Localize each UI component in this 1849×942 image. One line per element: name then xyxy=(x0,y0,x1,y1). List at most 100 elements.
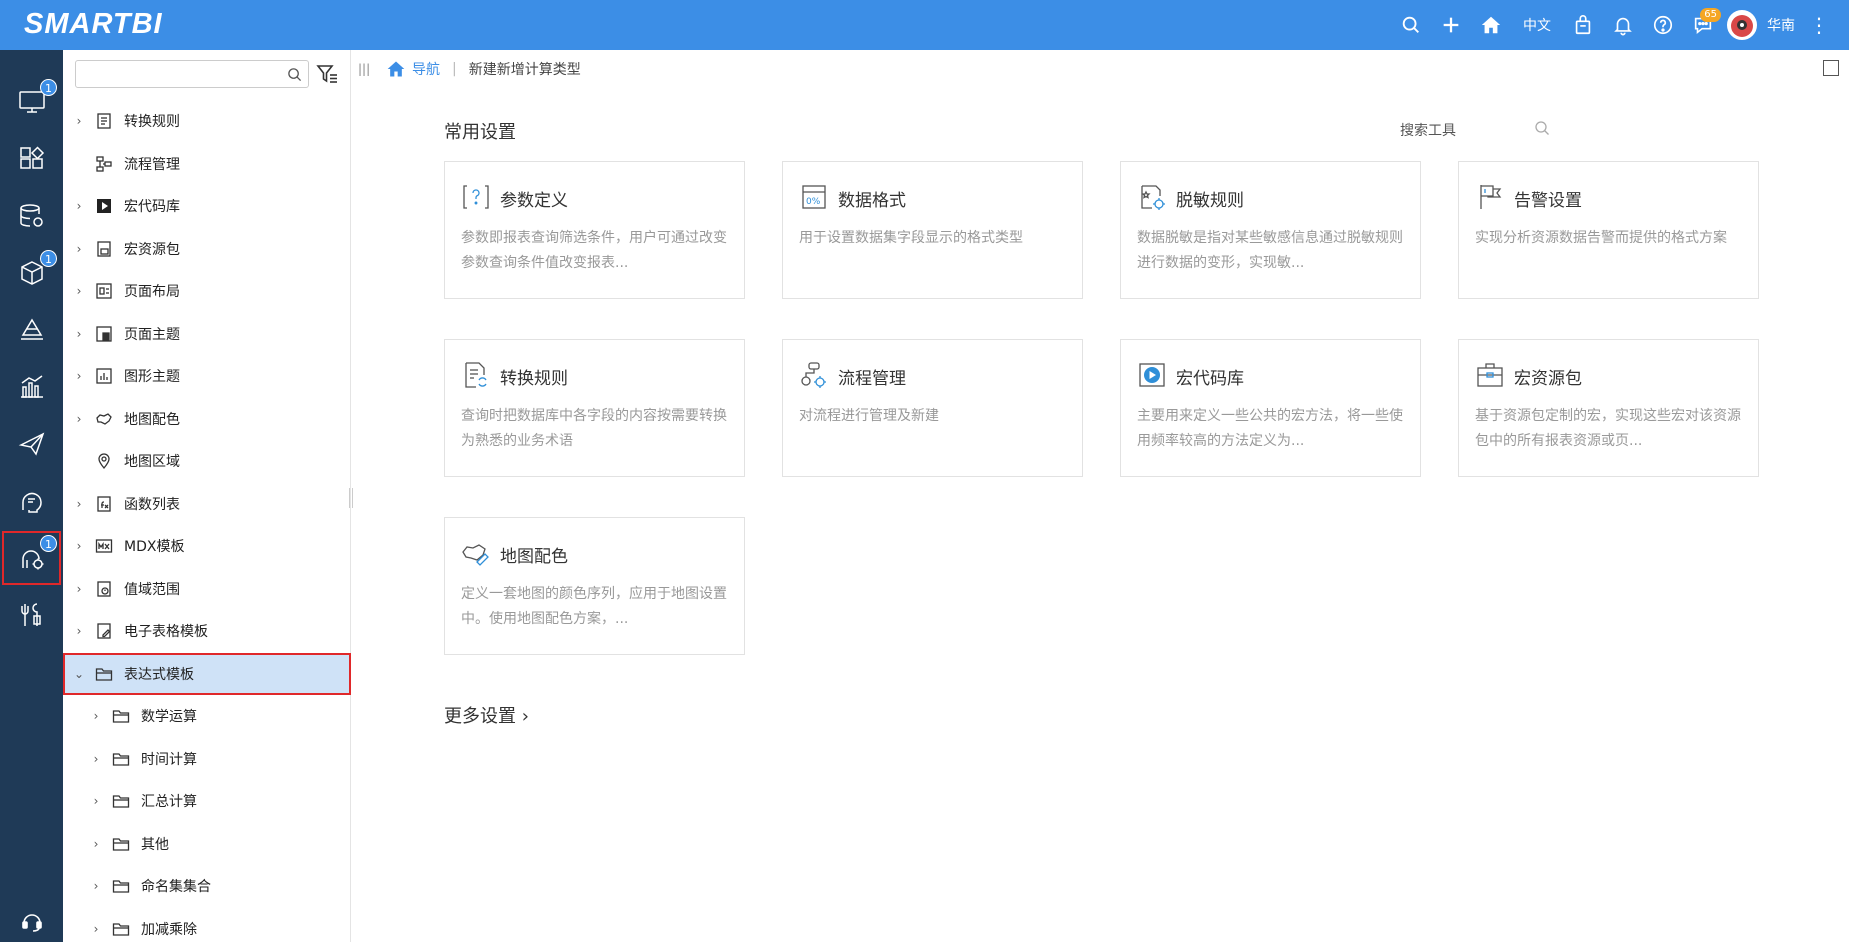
search-icon[interactable] xyxy=(1391,0,1431,50)
map-color-icon xyxy=(96,412,112,425)
maximize-icon[interactable] xyxy=(1823,60,1839,76)
tree-list: › 转换规则 流程管理 › 宏代码库 › 宏资源包 › 页面布局 › 页面主题 xyxy=(63,100,351,942)
rail-publish-icon[interactable] xyxy=(0,415,63,473)
app-logo[interactable]: SMARTBI xyxy=(24,8,163,41)
chevron-right-icon[interactable]: › xyxy=(73,369,85,383)
bell-icon[interactable] xyxy=(1603,0,1643,50)
card-masking-rules[interactable]: 脱敏规则 数据脱敏是指对某些敏感信息通过脱敏规则进行数据的变形，实现敏... xyxy=(1120,161,1421,299)
mdx-icon xyxy=(95,539,113,553)
rail-data-icon[interactable] xyxy=(0,187,63,245)
more-settings-link[interactable]: 更多设置 › xyxy=(444,702,529,728)
card-description: 查询时把数据库中各字段的内容按需要转换为熟悉的业务术语 xyxy=(461,408,727,449)
home-icon[interactable] xyxy=(386,59,406,79)
search-icon[interactable] xyxy=(1534,120,1550,136)
rail-analysis-icon[interactable] xyxy=(0,130,63,188)
help-icon[interactable] xyxy=(1643,0,1683,50)
rail-tools-icon[interactable] xyxy=(0,586,63,644)
tree-item-page-theme[interactable]: › 页面主题 xyxy=(63,313,351,356)
tree-item-spreadsheet-template[interactable]: › 电子表格模板 xyxy=(63,610,351,653)
chevron-right-icon[interactable]: › xyxy=(73,242,85,256)
chevron-right-icon[interactable]: › xyxy=(73,497,85,511)
bag-icon[interactable] xyxy=(1563,0,1603,50)
chart-theme-icon xyxy=(96,368,112,384)
tree-item-arithmetic[interactable]: › 加减乘除 xyxy=(63,908,351,942)
chevron-right-icon[interactable]: › xyxy=(73,412,85,426)
rail-mining-icon[interactable] xyxy=(0,301,63,359)
tree-item-label: 地图区域 xyxy=(124,454,180,471)
tree-item-map-color[interactable]: › 地图配色 xyxy=(63,398,351,441)
breadcrumb-nav-link[interactable]: 导航 xyxy=(412,59,440,79)
alarm-icon xyxy=(1480,185,1502,209)
tree-item-flow[interactable]: 流程管理 xyxy=(63,143,351,186)
macro-lib-icon xyxy=(1139,363,1165,387)
tree-item-label: 命名集集合 xyxy=(141,879,211,896)
tree-search-input[interactable] xyxy=(76,61,276,87)
tree-item-macro[interactable]: › 宏代码库 xyxy=(63,185,351,228)
avatar[interactable] xyxy=(1727,10,1757,40)
panel-resize-handle[interactable] xyxy=(349,488,353,508)
chevron-down-icon[interactable]: ⌄ xyxy=(73,667,85,681)
left-rail: 1 1 1 答疑 xyxy=(0,50,63,942)
chevron-right-icon[interactable]: › xyxy=(90,922,102,936)
card-param-definition[interactable]: 参数定义 参数即报表查询筛选条件，用户可通过改变参数查询条件值改变报表... xyxy=(444,161,745,299)
message-count-badge: 65 xyxy=(1700,8,1721,22)
message-icon[interactable]: 65 xyxy=(1683,0,1723,50)
user-name[interactable]: 华南 xyxy=(1757,15,1809,35)
card-macro-resource-pack[interactable]: 宏资源包 基于资源包定制的宏，实现这些宏对该资源包中的所有报表资源或页... xyxy=(1458,339,1759,477)
language-switch[interactable]: 中文 xyxy=(1511,15,1563,35)
tree-item-label: 转换规则 xyxy=(124,114,180,131)
tree-item-rules[interactable]: › 转换规则 xyxy=(63,100,351,143)
chevron-right-icon[interactable]: › xyxy=(90,837,102,851)
rail-report-icon[interactable] xyxy=(0,358,63,416)
chevron-right-icon[interactable]: › xyxy=(73,539,85,553)
card-macro-library[interactable]: 宏代码库 主要用来定义一些公共的宏方法，将一些使用频率较高的方法定义为... xyxy=(1120,339,1421,477)
card-map-palette[interactable]: 地图配色 定义一套地图的颜色序列，应用于地图设置中。使用地图配色方案，... xyxy=(444,517,745,655)
tree-item-chart-theme[interactable]: › 图形主题 xyxy=(63,355,351,398)
chevron-right-icon[interactable]: › xyxy=(90,879,102,893)
breadcrumb-current[interactable]: 新建新增计算类型 xyxy=(469,59,581,79)
tree-item-time-calc[interactable]: › 时间计算 xyxy=(63,738,351,781)
card-description: 基于资源包定制的宏，实现这些宏对该资源包中的所有报表资源或页... xyxy=(1475,408,1741,449)
tree-item-named-set[interactable]: › 命名集集合 xyxy=(63,865,351,908)
chevron-right-icon[interactable]: › xyxy=(73,199,85,213)
card-process-management[interactable]: 流程管理 对流程进行管理及新建 xyxy=(782,339,1083,477)
chevron-right-icon[interactable]: › xyxy=(73,284,85,298)
home-icon[interactable] xyxy=(1471,0,1511,50)
tree-item-aggregate-calc[interactable]: › 汇总计算 xyxy=(63,780,351,823)
map-pin-icon xyxy=(98,453,110,470)
rail-model-icon[interactable]: 1 xyxy=(0,244,63,302)
search-tool-link[interactable]: 搜索工具 xyxy=(1400,120,1456,140)
tree-item-page-layout[interactable]: › 页面布局 xyxy=(63,270,351,313)
convert-icon xyxy=(465,362,487,388)
plus-icon[interactable] xyxy=(1431,0,1471,50)
search-icon[interactable] xyxy=(287,67,302,82)
tree-item-other[interactable]: › 其他 xyxy=(63,823,351,866)
chevron-right-icon[interactable]: › xyxy=(73,582,85,596)
card-title: 数据格式 xyxy=(838,191,906,211)
tree-item-expression-template[interactable]: ⌄ 表达式模板 xyxy=(63,652,351,695)
rail-dashboard-icon[interactable]: 1 xyxy=(0,73,63,131)
tree-item-mdx-template[interactable]: › MDX模板 xyxy=(63,525,351,568)
chevron-right-icon[interactable]: › xyxy=(73,624,85,638)
tree-item-map-region[interactable]: 地图区域 xyxy=(63,440,351,483)
rail-brain-icon[interactable] xyxy=(0,472,63,530)
tree-search-box xyxy=(75,60,309,88)
chevron-right-icon[interactable]: › xyxy=(90,794,102,808)
card-alarm-settings[interactable]: 告警设置 实现分析资源数据告警而提供的格式方案 xyxy=(1458,161,1759,299)
tree-item-macro-package[interactable]: › 宏资源包 xyxy=(63,228,351,271)
chevron-right-icon[interactable]: › xyxy=(90,752,102,766)
more-icon[interactable]: ⋮ xyxy=(1809,0,1829,50)
chevron-right-icon[interactable]: › xyxy=(90,709,102,723)
card-convert-rules[interactable]: 转换规则 查询时把数据库中各字段的内容按需要转换为熟悉的业务术语 xyxy=(444,339,745,477)
folder-icon xyxy=(112,923,130,936)
tree-item-math[interactable]: › 数学运算 xyxy=(63,695,351,738)
tree-item-function-list[interactable]: › 函数列表 xyxy=(63,483,351,526)
tree-item-value-range[interactable]: › 值域范围 xyxy=(63,568,351,611)
rail-custom-icon[interactable]: 1 xyxy=(0,529,63,587)
chevron-right-icon[interactable]: › xyxy=(73,114,85,128)
filter-icon[interactable] xyxy=(315,62,339,86)
card-data-format[interactable]: 0% 数据格式 用于设置数据集字段显示的格式类型 xyxy=(782,161,1083,299)
help-button[interactable]: 答疑 xyxy=(0,910,63,942)
chevron-right-icon[interactable]: › xyxy=(73,327,85,341)
menu-icon[interactable]: ||| xyxy=(358,62,372,76)
